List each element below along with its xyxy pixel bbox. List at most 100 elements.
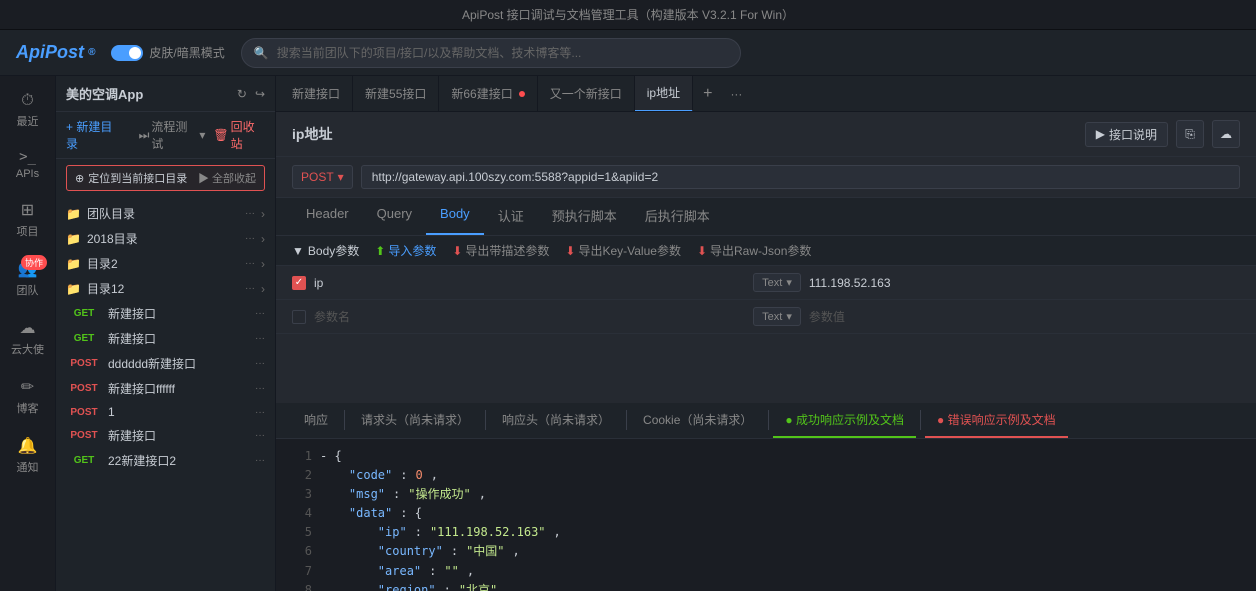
locate-bar[interactable]: ⊕ 定位到当前接口目录 ▶ 全部收起 — [66, 165, 265, 191]
import-params-btn[interactable]: ⬆ 导入参数 — [375, 242, 436, 259]
tree-folder-2018[interactable]: 📁 2018目录 ··· › — [56, 226, 275, 251]
logo-text: ApiPost — [16, 42, 84, 63]
nav-item-projects[interactable]: ⊞ 项目 — [0, 192, 55, 247]
tree-folder-team[interactable]: 📁 团队目录 ··· › — [56, 201, 275, 226]
cloud-sync-icon[interactable]: ☁ — [1212, 120, 1240, 148]
sub-tab-auth[interactable]: 认证 — [484, 198, 538, 235]
tree-endpoint-post-1[interactable]: POST 1 ··· — [56, 401, 275, 423]
new-directory-btn[interactable]: + 新建目录 — [66, 118, 123, 152]
tab-add-btn[interactable]: + — [693, 85, 722, 103]
json-line-7: 7 "area": "", — [292, 562, 1240, 581]
notify-icon: 🔔 — [18, 436, 38, 456]
api-area: ip地址 ▶ 接口说明 ⎘ ☁ POST ▾ http://gatewa — [276, 112, 1256, 591]
tree-folder-dir2[interactable]: 📁 目录2 ··· › — [56, 251, 275, 276]
url-input[interactable]: http://gateway.api.100szy.com:5588?appid… — [361, 165, 1240, 189]
nav-item-team[interactable]: 协作 👥 团队 — [0, 251, 55, 306]
tree-actions[interactable]: ··· — [245, 233, 255, 244]
tab-new-api[interactable]: 新建接口 — [280, 76, 353, 112]
doc-btn-arrow: ▶ — [1096, 127, 1105, 141]
param-value-empty[interactable]: 参数值 — [809, 308, 1240, 325]
resp-tab-response[interactable]: 响应 — [292, 403, 340, 438]
tab-ip[interactable]: ip地址 — [635, 76, 693, 112]
flow-test-btn[interactable]: ⏭ 流程测试 ▾ — [139, 118, 206, 152]
title-bar-text: ApiPost 接口调试与文档管理工具（构建版本 V3.2.1 For Win） — [462, 6, 794, 23]
nav-label-apis: APIs — [16, 168, 39, 180]
tree-actions[interactable]: ··· — [245, 258, 255, 269]
tree-actions[interactable]: ··· — [255, 333, 265, 344]
theme-toggle[interactable]: 皮肤/暗黑模式 — [111, 44, 224, 61]
param-checkbox-empty[interactable] — [292, 310, 306, 324]
tree-actions[interactable]: ··· — [255, 383, 265, 394]
copy-icon[interactable]: ⎘ — [1176, 120, 1204, 148]
tree-actions[interactable]: ··· — [245, 283, 255, 294]
sub-tab-query[interactable]: Query — [363, 198, 426, 235]
tree-actions[interactable]: ··· — [255, 407, 265, 418]
nav-label-team: 团队 — [17, 282, 39, 298]
resp-tab-error-doc[interactable]: ● 错误响应示例及文档 — [925, 403, 1068, 438]
tree-endpoint-get1[interactable]: GET 新建接口 ··· — [56, 301, 275, 326]
param-name-empty[interactable]: 参数名 — [314, 308, 745, 325]
tab-new-66[interactable]: 新66建接口 — [439, 76, 537, 112]
param-value-ip[interactable]: 111.198.52.163 — [809, 276, 1240, 290]
export-json-btn[interactable]: ⬇ 导出Raw-Json参数 — [697, 242, 811, 259]
resp-tab-resp-head[interactable]: 响应头（尚未请求） — [490, 403, 622, 438]
nav-item-apis[interactable]: >_ APIs — [0, 141, 55, 188]
param-checkbox-ip[interactable]: ✓ — [292, 276, 306, 290]
nav-item-blog[interactable]: ✏ 博客 — [0, 369, 55, 424]
nav-item-cloud[interactable]: ☁ 云大使 — [0, 310, 55, 365]
param-name-ip[interactable]: ip — [314, 276, 745, 290]
trash-btn[interactable]: 🗑 回收站 — [213, 118, 265, 152]
response-content: 1 - { 2 "code": 0, 3 "msg": "操作成功", 4 "d… — [276, 439, 1256, 591]
tree-endpoint-post-ddddd[interactable]: POST dddddd新建接口 ··· — [56, 351, 275, 376]
tab-more-btn[interactable]: ··· — [722, 87, 750, 101]
toggle-switch-icon[interactable] — [111, 45, 143, 61]
export-kv-btn[interactable]: ⬇ 导出Key-Value参数 — [565, 242, 681, 259]
tree-actions[interactable]: ··· — [255, 455, 265, 466]
tab-new-55[interactable]: 新建55接口 — [353, 76, 439, 112]
method-select[interactable]: POST ▾ — [292, 165, 353, 189]
sidebar-title: 美的空调App — [66, 84, 143, 103]
sidebar-header: 美的空调App ↻ ↪ — [56, 76, 275, 112]
tree-actions[interactable]: ··· — [245, 208, 255, 219]
resp-tab-cookie[interactable]: Cookie（尚未请求） — [631, 403, 764, 438]
tree-endpoint-post-new[interactable]: POST 新建接口 ··· — [56, 423, 275, 448]
logo: ApiPost ® — [16, 42, 95, 63]
tree-endpoint-get2[interactable]: GET 新建接口 ··· — [56, 326, 275, 351]
nav-item-notify[interactable]: 🔔 通知 — [0, 428, 55, 483]
logo-super: ® — [88, 47, 95, 58]
resp-tab-req-head[interactable]: 请求头（尚未请求） — [349, 403, 481, 438]
cloud-icon: ☁ — [20, 318, 36, 338]
tree-actions[interactable]: ··· — [255, 308, 265, 319]
json-linenum-2: 2 — [292, 466, 312, 485]
sub-tab-post-script[interactable]: 后执行脚本 — [631, 198, 724, 235]
folder-label-dir12: 目录12 — [87, 280, 239, 297]
tab-another-new[interactable]: 又一个新接口 — [538, 76, 635, 112]
export-kv-icon: ⬇ — [565, 244, 575, 258]
share-icon[interactable]: ↪ — [255, 87, 265, 101]
tree-folder-dir12[interactable]: 📁 目录12 ··· › — [56, 276, 275, 301]
param-type-empty[interactable]: Text ▾ — [753, 307, 801, 326]
sub-tab-body[interactable]: Body — [426, 198, 484, 235]
endpoint-label-get-22: 22新建接口2 — [108, 452, 249, 469]
resp-tab-success-doc[interactable]: ● 成功响应示例及文档 — [773, 403, 916, 438]
tree-actions[interactable]: ··· — [255, 358, 265, 369]
sub-tab-pre-script[interactable]: 预执行脚本 — [538, 198, 631, 235]
error-doc-label: 错误响应示例及文档 — [948, 413, 1056, 427]
json-line-8: 8 "region": "北京", — [292, 581, 1240, 591]
sub-tab-header[interactable]: Header — [292, 198, 363, 235]
folder-icon: 📁 — [66, 207, 81, 221]
locate-text: ⊕ 定位到当前接口目录 — [75, 170, 187, 186]
folder-icon: 📁 — [66, 282, 81, 296]
tree-actions[interactable]: ··· — [255, 430, 265, 441]
refresh-icon[interactable]: ↻ — [237, 87, 247, 101]
doc-btn[interactable]: ▶ 接口说明 — [1085, 122, 1168, 147]
search-bar[interactable]: 🔍 搜索当前团队下的项目/接口/以及帮助文档、技术博客等... — [241, 38, 741, 68]
tree-endpoint-get-22[interactable]: GET 22新建接口2 ··· — [56, 448, 275, 473]
nav-item-recent[interactable]: ⏱ 最近 — [0, 84, 55, 137]
response-tabs: 响应 请求头（尚未请求） 响应头（尚未请求） Cookie（尚未请求） ● 成功… — [276, 403, 1256, 439]
collapse-all-btn[interactable]: ▶ 全部收起 — [198, 170, 256, 186]
export-desc-btn[interactable]: ⬇ 导出带描述参数 — [452, 242, 549, 259]
tree-endpoint-post-ffffff[interactable]: POST 新建接口ffffff ··· — [56, 376, 275, 401]
json-linenum-1: 1 — [292, 447, 312, 466]
param-type-ip[interactable]: Text ▾ — [753, 273, 801, 292]
